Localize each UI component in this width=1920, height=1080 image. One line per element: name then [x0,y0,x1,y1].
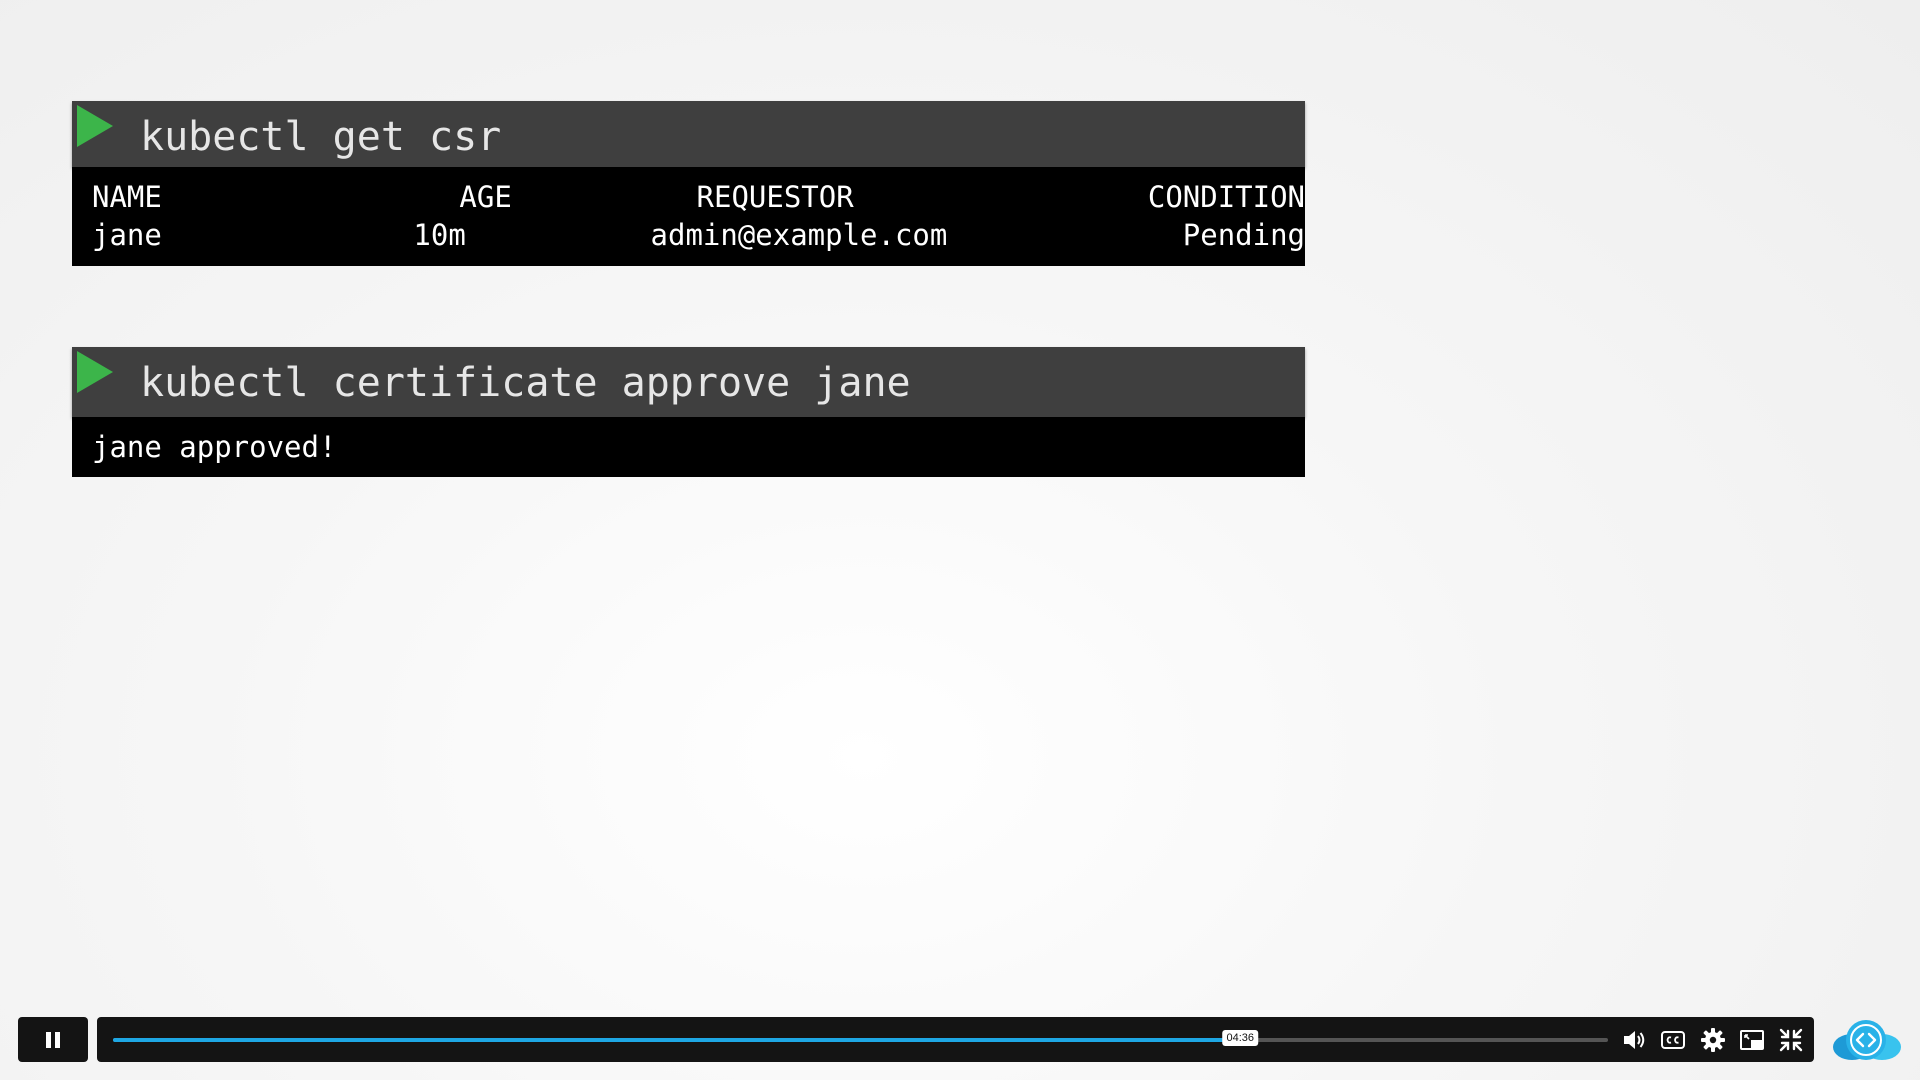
code-cloud-icon[interactable] [1830,1016,1902,1064]
picture-in-picture-icon[interactable] [1739,1027,1765,1053]
column-header-condition: CONDITION [1147,180,1305,214]
video-control-bar: 04:36 [97,1017,1814,1062]
prompt-arrow-icon [77,105,113,147]
progress-slider[interactable]: 04:36 [113,1030,1608,1046]
table-row: jane 10m admin@example.com Pending [92,216,1305,254]
current-time-tooltip: 04:36 [1222,1030,1258,1046]
table-header-row: NAME AGE REQUESTOR CONDITION [92,178,1305,216]
cell-requestor: admin@example.com [650,218,948,252]
column-header-name: NAME [92,180,162,214]
column-header-requestor: REQUESTOR [696,180,854,214]
progress-fill [113,1038,1241,1042]
command-bar: kubectl get csr [72,101,1305,167]
exit-fullscreen-icon[interactable] [1778,1027,1804,1053]
command-text: kubectl get csr [140,114,502,160]
terminal-get-csr: kubectl get csr NAME AGE REQUESTOR CONDI… [72,101,1305,266]
command-output: jane approved! [72,417,1305,477]
pause-button[interactable] [18,1017,88,1062]
command-output: NAME AGE REQUESTOR CONDITION jane 10m ad… [72,167,1305,266]
cell-age: 10m [413,218,466,252]
prompt-arrow-icon [77,351,113,393]
command-text: kubectl certificate approve jane [140,360,911,406]
column-header-age: AGE [459,180,512,214]
volume-icon[interactable] [1621,1027,1647,1053]
cell-condition: Pending [1182,218,1305,252]
approve-output-text: jane approved! [92,430,337,464]
csr-table: NAME AGE REQUESTOR CONDITION jane 10m ad… [92,178,1305,254]
terminal-certificate-approve: kubectl certificate approve jane jane ap… [72,347,1305,477]
cell-name: jane [92,218,162,252]
command-bar: kubectl certificate approve jane [72,347,1305,417]
captions-icon[interactable] [1660,1027,1686,1053]
gear-icon[interactable] [1700,1027,1726,1053]
